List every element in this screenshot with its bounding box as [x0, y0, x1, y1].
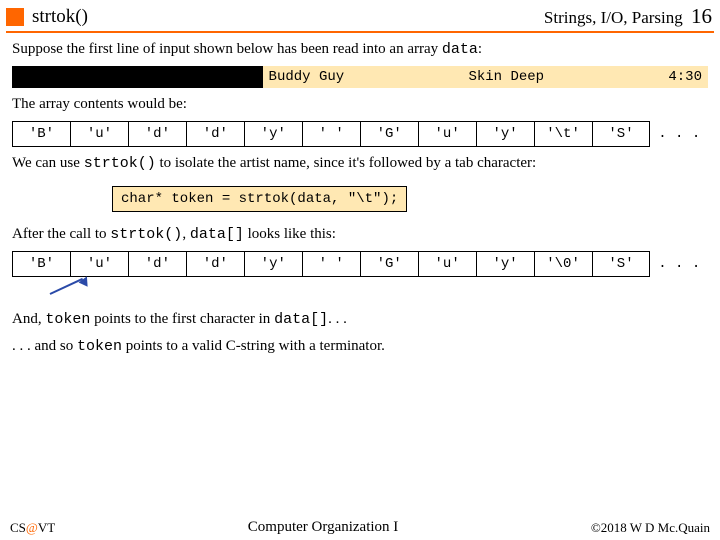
slide-title: strtok() [32, 6, 88, 28]
code-inline: data[] [274, 311, 328, 328]
code-block-wrap: char* token = strtok(data, "\t"); [12, 180, 708, 218]
slide-content: Suppose the first line of input shown be… [0, 39, 720, 358]
token-arrow [12, 283, 708, 303]
cell-ellipsis: . . . [650, 121, 708, 146]
cell-ellipsis: . . . [650, 252, 708, 277]
cell: 'G' [360, 121, 418, 146]
text: We can use [12, 155, 84, 171]
cell: 'B' [13, 252, 71, 277]
after-text: After the call to strtok(), data[] looks… [12, 224, 708, 245]
footer-center: Computer Organization I [248, 519, 399, 536]
cell: 'u' [418, 252, 476, 277]
cell: '\t' [534, 121, 592, 146]
input-sample: Buddy Guy Skin Deep 4:30 [263, 66, 708, 88]
cell: 'y' [244, 252, 302, 277]
code-inline: data [442, 41, 478, 58]
cell: 'u' [70, 252, 128, 277]
cell: ' ' [302, 121, 360, 146]
code-inline: strtok() [84, 155, 156, 172]
text: . . . and so [12, 338, 77, 354]
header-right: Strings, I/O, Parsing 16 [544, 4, 712, 29]
cell: 'd' [186, 121, 244, 146]
header-left: strtok() [6, 6, 88, 28]
text: looks like this: [244, 226, 336, 242]
array-before: 'B' 'u' 'd' 'd' 'y' ' ' 'G' 'u' 'y' '\t'… [12, 121, 708, 147]
cell: 'S' [592, 121, 650, 146]
text: VT [38, 520, 55, 535]
section-label: Strings, I/O, Parsing [544, 8, 683, 27]
cell: 'u' [70, 121, 128, 146]
tail-text-1: And, token points to the first character… [12, 309, 708, 330]
text: And, [12, 311, 45, 327]
at-icon: @ [26, 520, 38, 535]
text: to isolate the artist name, since it's f… [156, 155, 537, 171]
footer-right: ©2018 W D Mc.Quain [591, 520, 710, 536]
code-inline: token [45, 311, 90, 328]
cell: 'd' [186, 252, 244, 277]
input-col2: Skin Deep [468, 69, 544, 85]
code-inline: token [77, 338, 122, 355]
text: points to a valid C-string with a termin… [122, 338, 385, 354]
cell: 'S' [592, 252, 650, 277]
input-col1: Buddy Guy [269, 69, 345, 85]
text: , [182, 226, 190, 242]
cell: 'u' [418, 121, 476, 146]
cell: 'd' [128, 252, 186, 277]
footer-left: CS@VT [10, 520, 55, 536]
cell: 'y' [476, 252, 534, 277]
arrow-icon [50, 279, 90, 299]
text: After the call to [12, 226, 110, 242]
input-col3: 4:30 [668, 69, 702, 85]
cell: 'd' [128, 121, 186, 146]
tail-text-2: . . . and so token points to a valid C-s… [12, 336, 708, 357]
code-inline: data[] [190, 226, 244, 243]
use-text: We can use strtok() to isolate the artis… [12, 153, 708, 174]
page-number: 16 [691, 4, 712, 28]
text: Suppose the first line of input shown be… [12, 41, 442, 57]
slide-header: strtok() Strings, I/O, Parsing 16 [0, 0, 720, 31]
text: . . . [328, 311, 347, 327]
input-sample-box: Buddy Guy Skin Deep 4:30 [12, 66, 708, 88]
text: CS [10, 520, 26, 535]
cell: 'G' [360, 252, 418, 277]
code-block: char* token = strtok(data, "\t"); [112, 186, 407, 212]
intro-text: Suppose the first line of input shown be… [12, 39, 708, 60]
cell: 'y' [244, 121, 302, 146]
text: points to the first character in [90, 311, 274, 327]
cell: ' ' [302, 252, 360, 277]
cell: 'y' [476, 121, 534, 146]
array-after: 'B' 'u' 'd' 'd' 'y' ' ' 'G' 'u' 'y' '\0'… [12, 251, 708, 277]
logo-square [6, 8, 24, 26]
cell: '\0' [534, 252, 592, 277]
text: : [478, 41, 482, 57]
array-note: The array contents would be: [12, 94, 708, 114]
slide-footer: CS@VT Computer Organization I ©2018 W D … [0, 519, 720, 536]
cell: 'B' [13, 121, 71, 146]
code-inline: strtok() [110, 226, 182, 243]
header-divider [6, 31, 714, 33]
